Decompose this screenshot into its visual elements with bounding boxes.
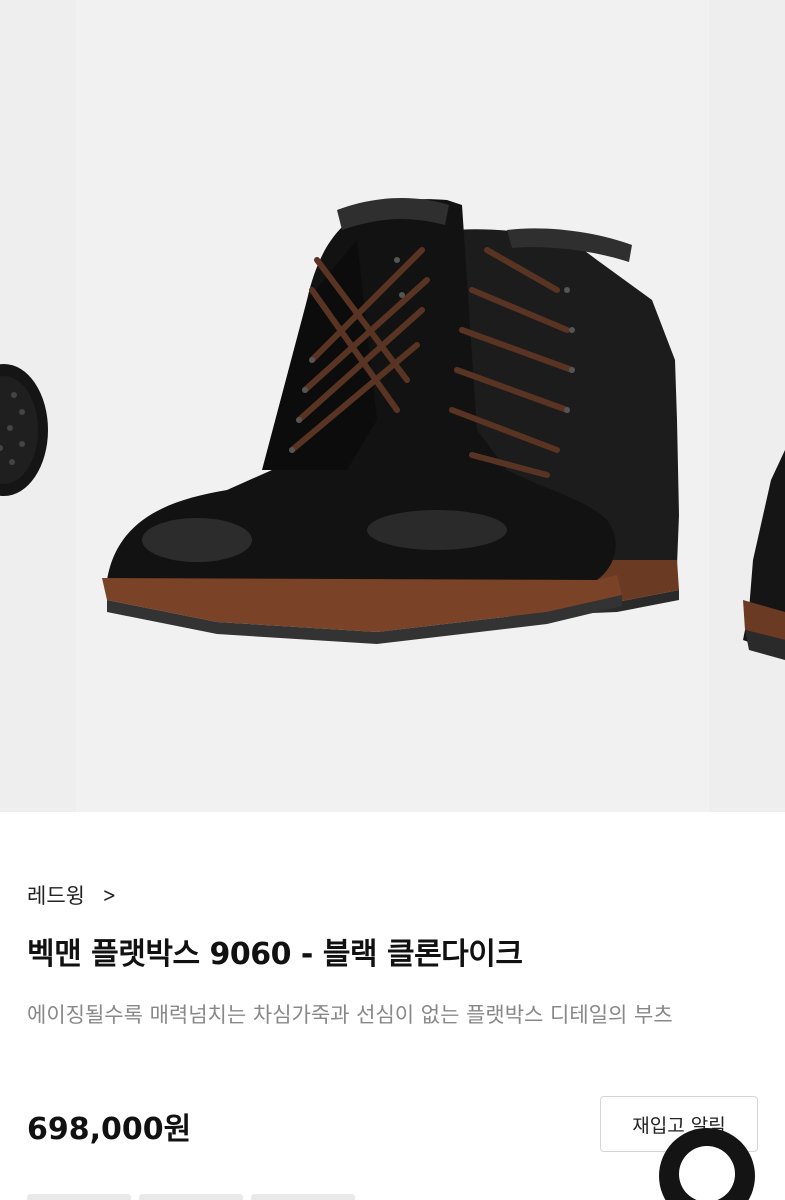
carousel-next-slide[interactable] (709, 0, 785, 812)
product-price: 698,000원 (27, 1112, 192, 1147)
product-image-carousel[interactable] (0, 0, 785, 812)
tab-2[interactable] (139, 1194, 243, 1200)
chat-icon-inner (679, 1146, 735, 1200)
product-title: 벡맨 플랫박스 9060 - 블랙 클론다이크 (27, 937, 523, 972)
tab-1[interactable] (27, 1194, 131, 1200)
carousel-main-slide[interactable] (77, 0, 708, 812)
brand-link[interactable]: 레드윙 > (27, 878, 118, 912)
tab-3[interactable] (251, 1194, 355, 1200)
brand-name: 레드윙 (27, 884, 85, 908)
boots-image (102, 198, 679, 644)
product-description: 에이징될수록 매력넘치는 차심가죽과 선심이 없는 플랫박스 디테일의 부츠 (27, 1003, 673, 1027)
carousel-prev-slide[interactable] (0, 0, 76, 812)
detail-tab-bar (27, 1194, 367, 1200)
chevron-right-icon: > (102, 883, 117, 907)
boot-sole-image (0, 364, 48, 496)
boot-side-image (743, 450, 785, 660)
